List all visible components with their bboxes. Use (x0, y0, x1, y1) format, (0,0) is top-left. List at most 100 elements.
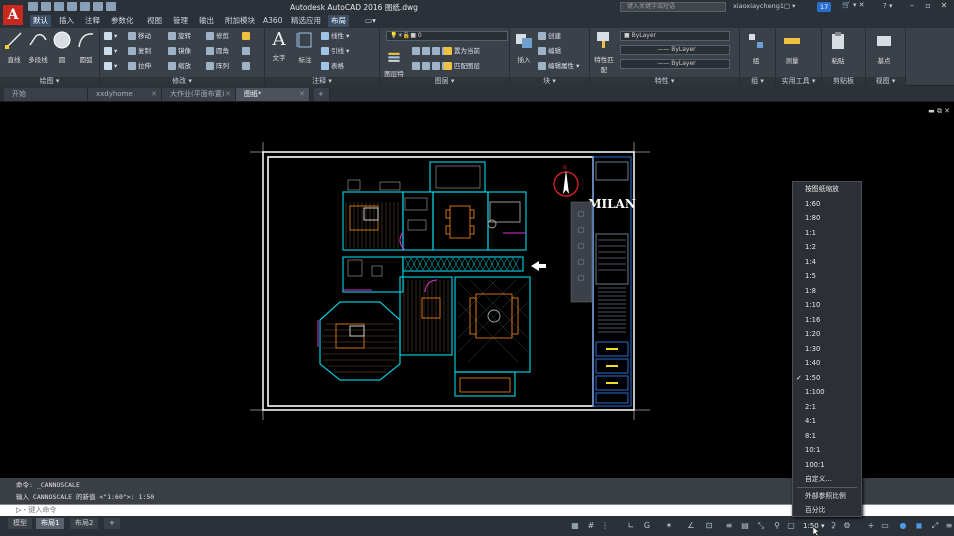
rectangle-tool[interactable]: ▾ (104, 61, 117, 71)
edit-attributes-tool[interactable]: 编辑属性 ▾ (538, 61, 579, 71)
tab-a360[interactable]: A360 (260, 15, 285, 27)
close-icon[interactable]: ✕ (936, 0, 952, 12)
minimize-icon[interactable]: – (904, 0, 920, 12)
lineweight-dropdown[interactable]: —— ByLayer (620, 59, 730, 69)
new-tab-button[interactable]: + (314, 88, 330, 101)
layer-dropdown[interactable]: 💡☀🔓■ 0 (386, 31, 508, 41)
add-layout-button[interactable]: + (104, 518, 120, 529)
edit-block-tool[interactable]: 编辑 (538, 46, 561, 56)
save-as-icon[interactable] (67, 2, 77, 11)
customization-icon[interactable]: ≡ (944, 521, 954, 531)
erase-tool[interactable] (242, 31, 252, 41)
transparency-icon[interactable]: ▤ (740, 521, 750, 531)
annotation-scale-icon[interactable]: ⚳ (828, 521, 838, 531)
layout-tab-layout2[interactable]: 布局2 (70, 518, 99, 529)
scale-option[interactable]: 100:1 (793, 459, 861, 472)
dimension-tool[interactable]: 标注 (293, 30, 317, 64)
close-icon[interactable]: ✕ (225, 88, 231, 101)
tab-parametric[interactable]: 参数化 (108, 15, 137, 27)
doc-tab-assignment[interactable]: 大作业(平面布置) ✕ (162, 88, 236, 101)
print-icon[interactable] (80, 2, 90, 11)
scale-option[interactable]: 1:80 (793, 212, 861, 225)
base-point-tool[interactable]: 基点 (872, 31, 896, 65)
leader-tool[interactable]: 引线 ▾ (321, 46, 349, 56)
layout-tab-model[interactable]: 模型 (8, 518, 32, 529)
help-icon[interactable]: ? ▾ (883, 2, 901, 12)
match-properties-tool[interactable]: 特性匹配 (592, 30, 616, 74)
scale-option-custom[interactable]: 自定义... (793, 473, 861, 486)
scale-option[interactable]: 1:2 (793, 241, 861, 254)
user-account[interactable]: xiaoxiaycheng1□ ▾ (733, 2, 795, 10)
clean-screen-icon[interactable]: ⤢ (930, 521, 940, 531)
paper-icon[interactable]: ▢ (786, 521, 796, 531)
doc-tab-start[interactable]: 开始 (4, 88, 88, 101)
copy-tool[interactable]: 复制 (128, 46, 151, 56)
scale-option[interactable]: 1:16 (793, 314, 861, 327)
scale-option[interactable]: 4:1 (793, 415, 861, 428)
grid-icon[interactable]: # (586, 521, 596, 531)
offset-tool[interactable] (242, 61, 252, 71)
draw-small-tools[interactable]: ▾ (104, 31, 117, 41)
percent-option[interactable]: 百分比 (793, 504, 861, 517)
utilities-panel-title[interactable]: 实用工具 ▾ (776, 77, 821, 86)
scale-option[interactable]: 1:20 (793, 328, 861, 341)
close-icon[interactable]: ✕ (151, 88, 157, 101)
redo-icon[interactable] (106, 2, 116, 11)
hardware-acceleration-icon[interactable]: ◼ (914, 521, 924, 531)
annotation-monitor-icon[interactable]: + (866, 521, 876, 531)
circle-tool[interactable]: 圆 (50, 30, 74, 64)
undo-icon[interactable] (93, 2, 103, 11)
create-block-tool[interactable]: 创建 (538, 31, 561, 41)
properties-panel-title[interactable]: 特性 ▾ (590, 77, 739, 86)
linear-dim-tool[interactable]: 线性 ▾ (321, 31, 349, 41)
application-menu-button[interactable]: A (0, 0, 26, 30)
stretch-tool[interactable]: 拉伸 (128, 61, 151, 71)
paste-tool[interactable]: 粘贴 (826, 31, 850, 65)
text-tool[interactable]: A 文字 (267, 30, 291, 63)
explode-tool[interactable] (242, 46, 252, 56)
save-icon[interactable] (54, 2, 64, 11)
paper-space-icon[interactable]: ▦ (568, 521, 582, 531)
doc-tab-drawing[interactable]: 图纸* ✕ (236, 88, 310, 101)
tab-annotate[interactable]: 注释 (82, 15, 103, 27)
tab-insert[interactable]: 插入 (56, 15, 77, 27)
set-current-layer-tool[interactable]: 置为当前 (444, 46, 480, 56)
scale-option[interactable]: 按图纸缩放 (793, 183, 861, 196)
tab-default[interactable]: 默认 (30, 15, 51, 27)
workspace-icon[interactable]: ⚙ (842, 521, 852, 531)
annotation-panel-title[interactable]: 注释 ▾ (265, 77, 379, 86)
trim-tool[interactable]: 修剪 (206, 31, 229, 41)
hatch-tool[interactable]: ▾ (104, 46, 117, 56)
scale-option[interactable]: 1:8 (793, 285, 861, 298)
new-icon[interactable] (28, 2, 38, 11)
lineweight-icon[interactable]: ≡ (724, 521, 734, 531)
table-tool[interactable]: 表格 (321, 61, 344, 71)
insert-block-tool[interactable]: 插入 (512, 30, 536, 64)
polar-icon[interactable]: G (642, 521, 652, 531)
tab-output[interactable]: 输出 (196, 15, 217, 27)
tab-featured-apps[interactable]: 精选应用 (288, 15, 324, 27)
group-tool[interactable]: 组 (744, 31, 768, 65)
tab-addins[interactable]: 附加模块 (222, 15, 258, 27)
tab-layout[interactable]: 布局 (328, 15, 349, 27)
scale-option[interactable]: 1:4 (793, 256, 861, 269)
groups-panel-title[interactable]: 组 ▾ (740, 77, 775, 86)
view-panel-title[interactable]: 视图 ▾ (866, 77, 905, 86)
maximize-icon[interactable]: ▫ (920, 0, 936, 12)
tab-manage[interactable]: 管理 (170, 15, 191, 27)
draw-panel-title[interactable]: 绘图 ▾ (0, 77, 99, 86)
quick-access-toolbar[interactable] (28, 2, 116, 11)
linetype-dropdown[interactable]: —— ByLayer (620, 45, 730, 55)
modify-panel-title[interactable]: 修改 ▾ (100, 77, 264, 86)
ortho-icon[interactable]: ∟ (626, 521, 636, 531)
snap-icon[interactable]: ⋮ (600, 521, 610, 531)
scale-option[interactable]: 8:1 (793, 430, 861, 443)
fillet-tool[interactable]: 圆角 (206, 46, 229, 56)
scale-option[interactable]: 2:1 (793, 401, 861, 414)
line-tool[interactable]: 直线 (2, 30, 26, 64)
scale-option[interactable]: 10:1 (793, 444, 861, 457)
scale-option[interactable]: 1:5 (793, 270, 861, 283)
annotation-visibility-icon[interactable]: ⚲ (772, 521, 782, 531)
mirror-tool[interactable]: 镜像 (168, 46, 191, 56)
otrack-icon[interactable]: ∠ (686, 521, 696, 531)
